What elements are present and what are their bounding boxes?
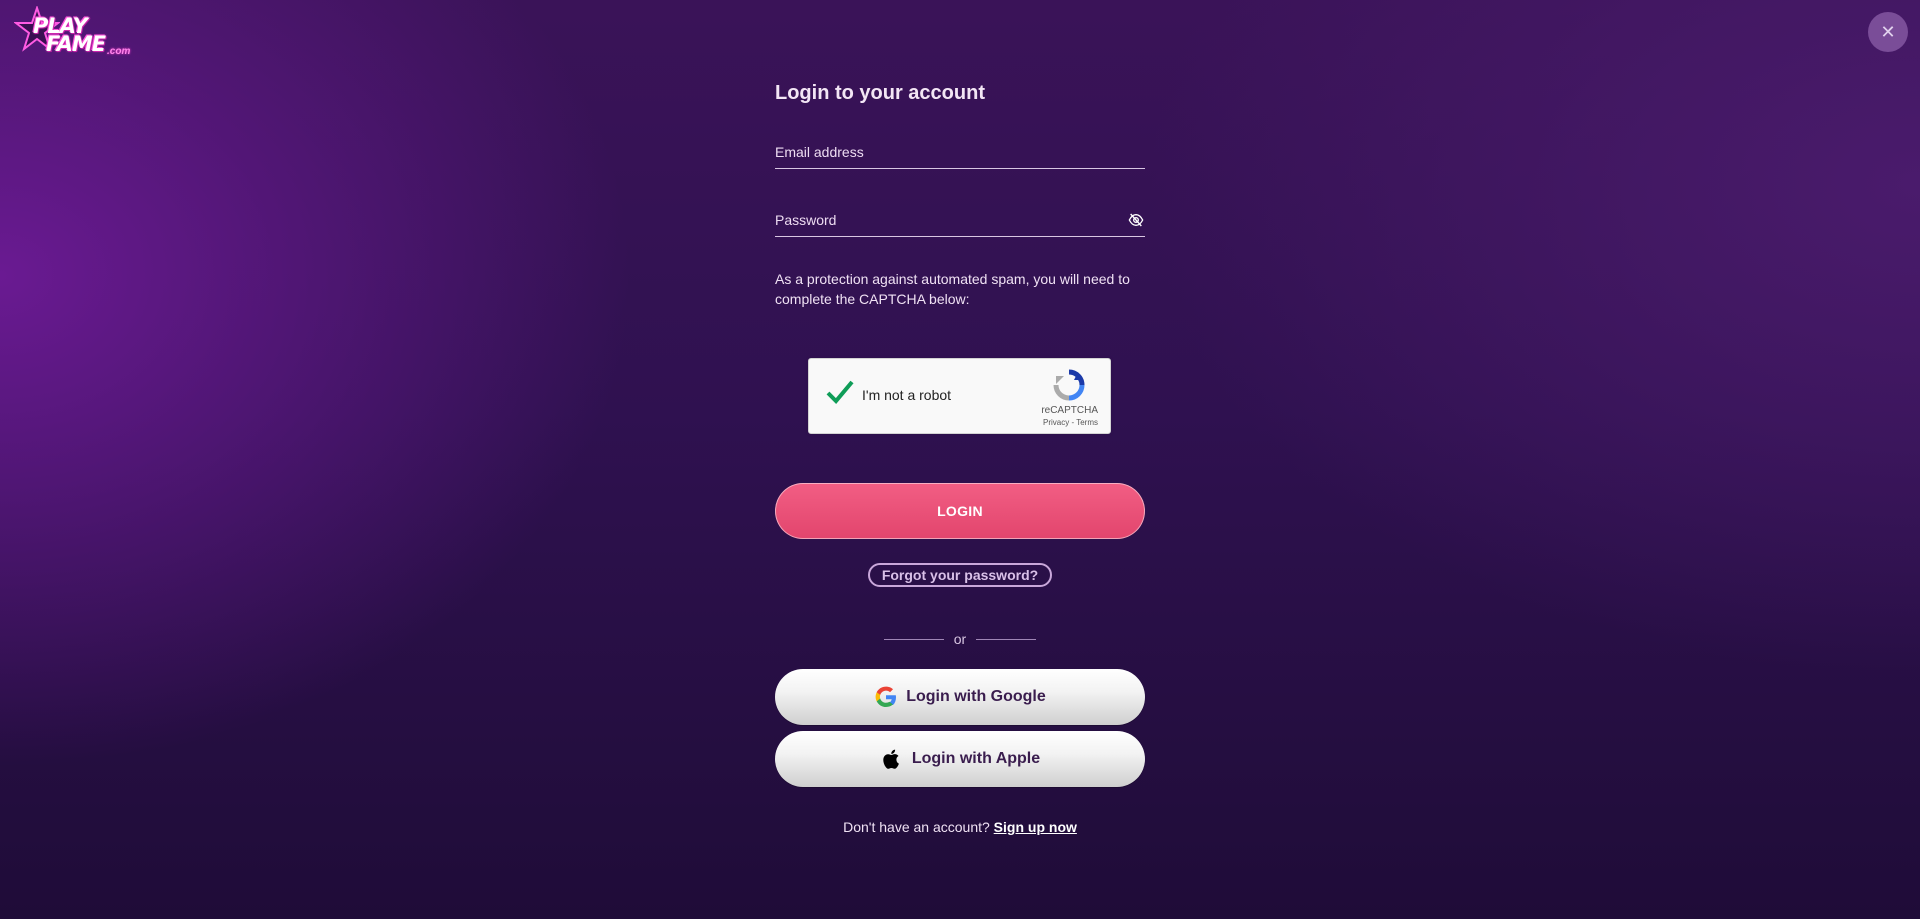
close-icon: ✕ bbox=[1880, 21, 1896, 42]
recaptcha-links: Privacy - Terms bbox=[1043, 418, 1098, 427]
signup-link[interactable]: Sign up now bbox=[994, 819, 1077, 835]
recaptcha-logo-icon bbox=[1053, 369, 1085, 401]
email-field[interactable] bbox=[775, 144, 1115, 160]
login-form: Login to your account As a protection ag… bbox=[775, 78, 1145, 835]
login-google-button[interactable]: Login with Google bbox=[775, 669, 1145, 725]
logo-word-fame: FAME bbox=[46, 32, 106, 56]
playfame-logo[interactable]: PLAY FAME .com bbox=[14, 6, 138, 60]
apple-label: Login with Apple bbox=[911, 750, 1041, 767]
recaptcha-terms-link[interactable]: Terms bbox=[1076, 418, 1098, 427]
password-field[interactable] bbox=[775, 212, 1115, 228]
logo-suffix: .com bbox=[107, 46, 131, 57]
recaptcha-privacy-link[interactable]: Privacy bbox=[1043, 418, 1069, 427]
forgot-password-row: Forgot your password? bbox=[775, 563, 1145, 587]
or-divider: or bbox=[775, 631, 1145, 647]
login-button[interactable]: LOGIN bbox=[775, 483, 1145, 539]
google-icon bbox=[875, 686, 897, 707]
password-field-wrapper bbox=[775, 200, 1145, 237]
email-field-wrapper bbox=[775, 132, 1145, 169]
apple-icon bbox=[883, 749, 899, 769]
recaptcha-label: I'm not a robot bbox=[862, 387, 952, 403]
forgot-password-link[interactable]: Forgot your password? bbox=[867, 563, 1053, 587]
signup-row: Don't have an account? Sign up now bbox=[775, 819, 1145, 835]
google-label: Login with Google bbox=[906, 688, 1046, 705]
signup-prompt: Don't have an account? bbox=[843, 819, 990, 835]
checkmark-icon[interactable] bbox=[825, 379, 855, 405]
close-button[interactable]: ✕ bbox=[1868, 12, 1908, 52]
captcha-note: As a protection against automated spam, … bbox=[775, 271, 1130, 307]
recaptcha-brand: reCAPTCHA bbox=[1041, 405, 1098, 416]
divider-line-right bbox=[976, 638, 1037, 640]
login-apple-button[interactable]: Login with Apple bbox=[775, 731, 1145, 787]
divider-line-left bbox=[883, 638, 944, 640]
or-label: or bbox=[953, 631, 967, 647]
recaptcha-widget[interactable]: I'm not a robot reCAPTCHA Privacy - Term… bbox=[808, 358, 1111, 434]
recaptcha-separator: - bbox=[1071, 418, 1075, 427]
page-title: Login to your account bbox=[775, 82, 985, 104]
eye-slash-icon[interactable] bbox=[1127, 212, 1145, 228]
